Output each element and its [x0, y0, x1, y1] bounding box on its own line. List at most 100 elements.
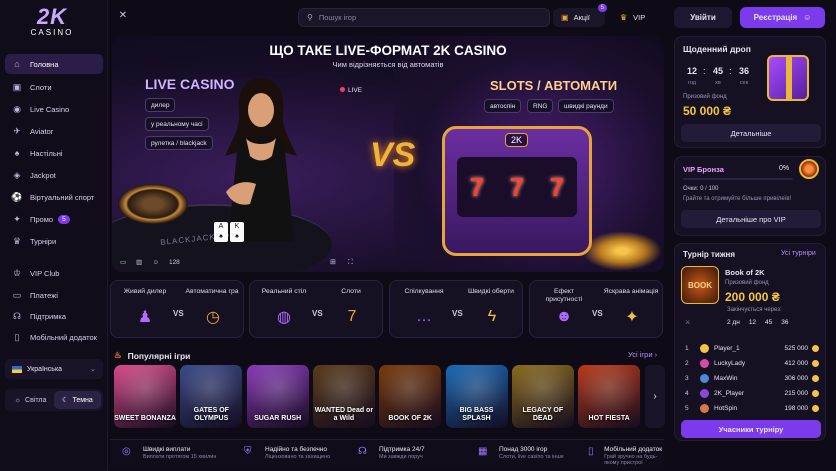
timer-minutes: 45	[712, 66, 723, 76]
live-chip-realtime: у реальному часі	[145, 117, 209, 131]
player-avatar	[700, 359, 709, 368]
games-next-button[interactable]: ›	[645, 365, 665, 428]
sidebar-item-2[interactable]: ◉ Live Casino	[5, 99, 103, 119]
benefit-item: ◎ Швидкі виплати Виплати протягом 15 хвили…	[122, 446, 216, 460]
player-avatar	[700, 404, 709, 413]
live-chip-dealer: дилер	[145, 98, 176, 112]
game-tile[interactable]: SWEET BONANZA	[114, 365, 176, 428]
sidebar-item-label: Jackpot	[30, 170, 56, 180]
clock-icon: ◷	[206, 309, 220, 326]
tournament-game-image[interactable]: BOOK	[681, 266, 719, 304]
jackpot-icon: ◈	[13, 169, 21, 180]
sidebar-item-11[interactable]: ☊ Підтримка	[5, 306, 103, 326]
game-tile[interactable]: BIG BASS SPLASH	[445, 365, 508, 428]
stats-icon[interactable]: ▥	[136, 258, 142, 266]
player-avatar	[700, 344, 709, 353]
popular-all-link[interactable]: Усі ігри ›	[628, 350, 657, 359]
sidebar-item-0[interactable]: ⌂ Головна	[5, 54, 103, 74]
register-button[interactable]: Реєстрація ☺	[740, 7, 825, 28]
feature-vs-label: VS	[592, 309, 603, 318]
language-label: Українська	[27, 365, 63, 373]
vip-label: VIP	[633, 13, 646, 22]
benefit-item: ⛨ Надійно та безпечно Ліцензовано та захищ…	[244, 446, 330, 460]
login-button[interactable]: Увійти	[674, 7, 732, 28]
gift-icon: ▣	[561, 13, 569, 22]
sidebar-item-7[interactable]: ✦ Промо 5	[5, 209, 103, 229]
game-title: GATES OF OLYMPUS	[193, 407, 229, 422]
feature-left-label: Спілкування	[404, 288, 444, 295]
theme-dark-label: Темна	[72, 396, 93, 404]
tournament-countdown: 2 дн 12 45 36	[727, 319, 789, 326]
sport-icon: ⚽	[11, 191, 23, 202]
vip-level-title: VIP Бронза	[683, 165, 724, 174]
sidebar-item-label: Настільні	[30, 148, 63, 158]
payout-icon: ◎	[122, 446, 131, 457]
slot-reels: 777	[457, 157, 577, 217]
timer-hours: 12	[686, 66, 697, 76]
sidebar-item-1[interactable]: ▣ Слоти	[5, 77, 103, 97]
sidebar-item-5[interactable]: ◈ Jackpot	[5, 165, 103, 185]
table-icon: ♠	[14, 148, 20, 158]
promotions-count-badge: 5	[597, 4, 607, 12]
sidebar-item-9[interactable]: ♔ VIP Club	[5, 263, 103, 283]
hero-controls-left: ▭ ▥ ☺ 128	[120, 258, 190, 267]
chat-bubble-icon: …	[416, 308, 432, 325]
grid-view-icon[interactable]: ⊞	[330, 259, 336, 266]
player-points: 198 000	[784, 405, 809, 412]
language-select[interactable]: Українська ⌄	[5, 359, 103, 379]
wallet-icon: ▭	[12, 289, 22, 300]
sidebar-item-10[interactable]: ▭ Платежі	[5, 285, 103, 305]
player-name: LuckyLady	[714, 360, 746, 367]
player-points: 412 000	[784, 360, 809, 367]
logo[interactable]: 2K CASINO	[22, 6, 82, 42]
sidebar-item-6[interactable]: ⚽ Віртуальний спорт	[5, 187, 103, 207]
search-placeholder: Пошук ігор	[318, 13, 357, 22]
timer-seconds: 36	[738, 66, 749, 76]
phone-icon: ▯	[588, 446, 594, 457]
sidebar-item-8[interactable]: ♛ Турніри	[5, 231, 103, 251]
feature-right-label: Яскрава анімація	[603, 288, 659, 295]
game-title: LEGACY OF DEAD	[522, 407, 564, 422]
game-title: WANTED Dead or a Wild	[314, 407, 374, 422]
player-name: Player_1	[714, 345, 740, 352]
tournament-all-link[interactable]: Усі турніри	[781, 250, 816, 257]
chevron-down-icon: ⌄	[90, 366, 96, 373]
game-tile[interactable]: LEGACY OF DEAD	[511, 365, 574, 428]
chat-icon[interactable]: ▭	[120, 258, 126, 266]
table-icon: ◍	[277, 309, 291, 326]
sidebar-item-label: Aviator	[30, 126, 54, 136]
user-add-icon: ☺	[803, 13, 812, 22]
drop-details-button[interactable]: Детальніше	[681, 124, 821, 142]
rank-number: 1	[685, 345, 689, 352]
theme-dark-button[interactable]: ☾ Темна	[54, 391, 101, 409]
game-tile[interactable]: WANTED Dead or a Wild	[312, 365, 375, 428]
vip-card: VIP Бронза 0% Очки: 0 / 100 Грайте та от…	[674, 156, 826, 236]
vip-button[interactable]: ♛ VIP	[614, 8, 664, 27]
plane-icon: ✈	[13, 125, 21, 136]
feature-compare-card: Живий дилер Автоматична гра VS ♟ ◷	[110, 280, 244, 338]
coin-icon	[812, 390, 819, 397]
promo-count-badge: 5	[58, 214, 70, 224]
drop-fund-amount: 50 000 ₴	[683, 104, 732, 118]
live-chip-games: рулетка / blackjack	[145, 136, 213, 150]
sidebar-item-label: Мобільний додаток	[30, 332, 97, 342]
game-tile[interactable]: GATES OF OLYMPUS	[180, 365, 243, 428]
sidebar-item-4[interactable]: ♠ Настільні	[5, 143, 103, 163]
game-tile[interactable]: HOT FIESTA	[578, 365, 641, 428]
collapse-sidebar-icon[interactable]: ✕	[116, 10, 130, 24]
vip-details-button[interactable]: Детальніше про VIP	[681, 210, 821, 228]
hero-banner[interactable]: ЩО ТАКЕ LIVE-ФОРМАТ 2K CASINO Чим відріз…	[112, 36, 664, 272]
benefit-subtitle: Слоти, live casino та інше	[499, 454, 564, 460]
game-tile[interactable]: BOOK OF 2K	[379, 365, 442, 428]
theme-light-button[interactable]: ☼ Світла	[7, 391, 54, 409]
benefit-item: ▯ Мобільний додаток Грай зручно на будь-як…	[588, 446, 664, 466]
game-tile[interactable]: SUGAR RUSH	[246, 365, 309, 428]
tournament-participants-button[interactable]: Учасники турніру	[681, 420, 821, 438]
feature-vs-label: VS	[452, 309, 463, 318]
sidebar-item-3[interactable]: ✈ Aviator	[5, 121, 103, 141]
search-input[interactable]: ⚲ Пошук ігор	[298, 8, 550, 27]
live-casino-title: LIVE CASINO	[145, 76, 235, 92]
sidebar-item-12[interactable]: ▯ Мобільний додаток	[5, 327, 103, 347]
promotions-button[interactable]: ▣ Акції 5	[553, 4, 607, 27]
fullscreen-icon[interactable]: ⛶	[348, 259, 353, 266]
